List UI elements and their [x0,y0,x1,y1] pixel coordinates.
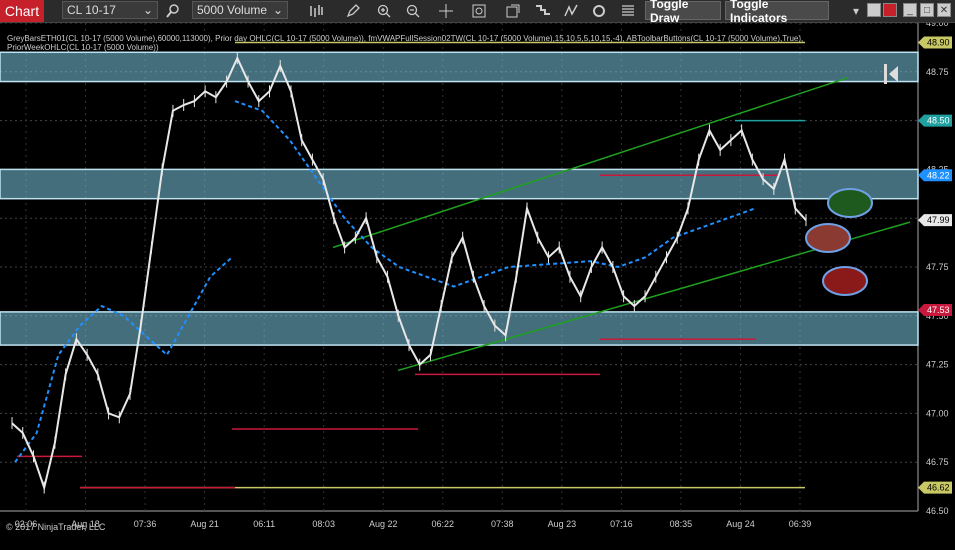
pencil-icon[interactable] [342,0,364,22]
y-tick-label: 47.00 [926,408,949,418]
y-tick-label: 48.75 [926,67,949,77]
indicator-list: GreyBarsETH01(CL 10-17 (5000 Volume),600… [7,34,804,43]
x-tick-label: Aug 23 [548,519,577,529]
scroll-to-end-icon[interactable] [884,64,900,86]
crosshair-icon[interactable] [435,0,457,22]
window-square-button[interactable] [867,3,881,17]
bar-type-selector[interactable]: 5000 Volume ⌄ [192,1,288,19]
signal-ellipse-brown [805,223,851,253]
price-zone [0,51,919,83]
chart-tab[interactable]: Chart [0,0,44,22]
menu-icon[interactable] [617,0,639,22]
bars-icon[interactable] [305,0,327,22]
trend-line [332,76,849,249]
toggle-draw-button[interactable]: Toggle Draw [645,0,721,25]
x-tick-label: Aug 21 [190,519,219,529]
instrument-selector[interactable]: CL 10-17 ⌄ [62,1,158,19]
zoom-in-icon[interactable] [373,0,395,22]
price-label: 48.50 [927,116,950,126]
y-tick-label: 47.75 [926,262,949,272]
copyright: © 2017 NinjaTrader, LLC [6,522,106,532]
price-label: 46.62 [927,483,950,493]
y-tick-label: 49.00 [926,23,949,28]
y-tick-label: 47.25 [926,360,949,370]
x-tick-label: 07:16 [610,519,633,529]
link-button[interactable] [883,3,897,17]
zoom-out-icon[interactable] [402,0,424,22]
minimize-button[interactable]: _ [903,3,917,17]
properties-icon[interactable] [468,0,490,22]
x-tick-label: 07:36 [134,519,157,529]
signal-ellipse-green [827,188,873,218]
x-tick-label: 08:03 [312,519,335,529]
bar-type-value: 5000 Volume [197,3,268,17]
indicator-list-2: PriorWeekOHLC(CL 10-17 (5000 Volume)) [7,43,159,52]
price-chart[interactable]: 49.0048.7548.5048.2548.0047.7547.5047.25… [0,18,955,545]
y-tick-label: 46.50 [926,506,949,516]
price-label: 48.90 [927,38,950,48]
x-tick-label: 06:22 [432,519,455,529]
price-label: 47.53 [927,305,950,315]
instrument-value: CL 10-17 [67,3,116,17]
price-label: 48.22 [927,170,950,180]
signal-ellipse-red [822,266,868,296]
maximize-button[interactable]: □ [920,3,934,17]
x-tick-label: Aug 22 [369,519,398,529]
y-tick-label: 46.75 [926,457,949,467]
price-label: 47.99 [927,215,950,225]
close-button[interactable]: ✕ [937,3,951,17]
chevron-down-icon: ⌄ [142,3,153,17]
x-tick-label: 07:38 [491,519,514,529]
chart-toolbar: Chart CL 10-17 ⌄ 5000 Volume ⌄ Toggle Dr… [0,0,955,25]
chart-panel[interactable]: 49.0048.7548.5048.2548.0047.7547.5047.25… [0,18,955,545]
price-line [11,55,807,492]
x-tick-label: Aug 24 [726,519,755,529]
x-tick-label: 06:39 [789,519,812,529]
refresh-icon[interactable] [588,0,610,22]
toggle-indicators-button[interactable]: Toggle Indicators [725,0,829,25]
trend-icon[interactable] [560,0,582,22]
x-tick-label: 08:35 [670,519,693,529]
vwap-line [14,256,233,463]
x-tick-label: 06:11 [253,519,275,529]
search-icon[interactable] [162,0,184,22]
indicator-icon[interactable] [532,0,554,22]
strategy-icon[interactable] [502,0,524,22]
dropdown-arrow-icon[interactable]: ▾ [849,0,863,22]
chevron-down-icon: ⌄ [272,3,283,17]
